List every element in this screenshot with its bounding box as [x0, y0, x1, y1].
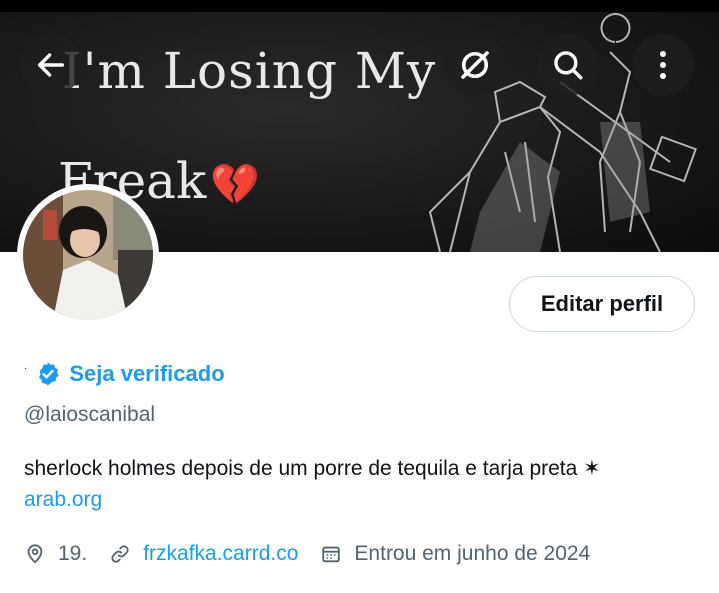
get-verified-link[interactable]: Seja verificado: [35, 361, 225, 387]
avatar-photo: [23, 190, 153, 320]
display-name: ·: [24, 362, 28, 374]
website-item[interactable]: frzkafka.carrd.co: [109, 542, 298, 566]
profile-bio: sherlock holmes depois de um porre de te…: [24, 457, 601, 480]
link-icon: [111, 545, 129, 563]
grok-icon: [461, 51, 489, 79]
get-verified-label: Seja verificado: [69, 361, 225, 386]
back-button[interactable]: [20, 34, 82, 96]
grok-button[interactable]: [444, 34, 506, 96]
joined-item: Entrou em junho de 2024: [320, 542, 590, 566]
name-row: · Seja verificado: [24, 358, 225, 390]
verified-badge-icon: [39, 362, 59, 386]
location-text: 19.: [58, 542, 88, 565]
search-button[interactable]: [537, 34, 599, 96]
more-options-button[interactable]: [632, 34, 694, 96]
profile-meta: 19. frzkafka.carrd.co Entrou em junho de…: [24, 540, 590, 568]
calendar-icon: [322, 546, 341, 563]
edit-profile-button[interactable]: Editar perfil: [509, 276, 695, 332]
broken-heart-icon: 💔: [210, 162, 261, 208]
more-vertical-icon: [660, 51, 666, 79]
location-item: 19.: [24, 542, 87, 566]
search-icon: [554, 51, 583, 80]
banner-text-line1: I'm Losing My: [62, 42, 437, 100]
location-pin-icon: [27, 544, 43, 564]
joined-text: Entrou em junho de 2024: [354, 542, 591, 565]
website-link[interactable]: frzkafka.carrd.co: [143, 542, 298, 566]
bio-link[interactable]: arab.org: [24, 488, 102, 512]
arrow-left-icon: [37, 53, 65, 77]
profile-handle: @laioscanibal: [24, 403, 156, 426]
status-bar: [0, 0, 719, 12]
profile-avatar[interactable]: [17, 184, 159, 326]
